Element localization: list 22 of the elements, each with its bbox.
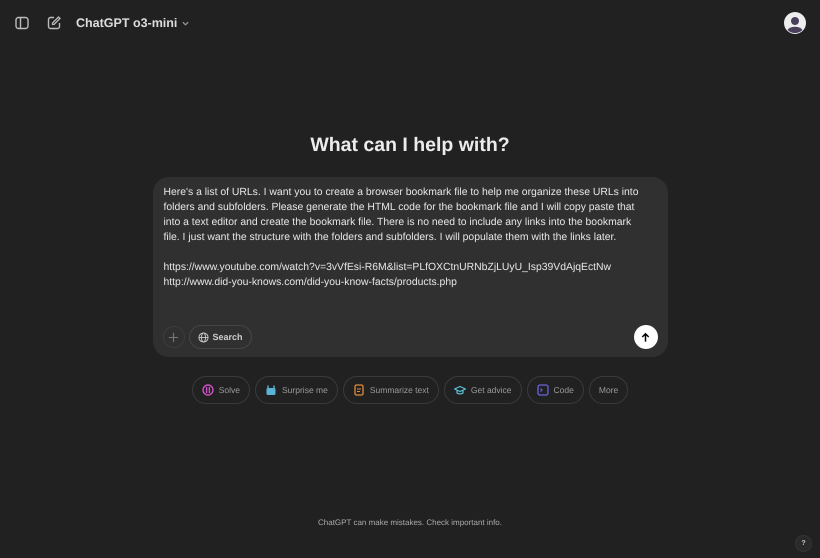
- avatar-icon[interactable]: [784, 12, 806, 34]
- globe-icon: [198, 332, 208, 342]
- new-chat-icon[interactable]: [46, 15, 62, 31]
- url-text: https://www.youtube.com/watch?v=3vVfEsi-R6M&list=PLfOXCtnURNbZjLUyU_Isp39VdAjqEctNw: [164, 261, 612, 275]
- suggestion-chip[interactable]: Get advice: [444, 376, 522, 404]
- send-button[interactable]: [634, 325, 658, 349]
- arrow-up-icon: [640, 332, 651, 342]
- url-text: http://www.did-you-knows.com/did-you-know-facts/products.php: [164, 276, 458, 290]
- prompt-text: Here's a list of URLs. I want you to create a browser bookmark file to help me organize these URLs into folders and subfolders. Please generate the HTML code for the bookmark file and I will copy paste that into a text editor and create the bookmark file. There is no need to include any links into the bookmark file. I just want the structure with the folders and subfolders. I will populate them with the links later.: [164, 186, 640, 245]
- suggestion-chip[interactable]: Code: [526, 376, 584, 404]
- model-selector[interactable]: ChatGPT o3-mini: [74, 14, 192, 32]
- plus-icon: [168, 332, 179, 342]
- suggestion-chip[interactable]: Solve: [192, 376, 250, 404]
- prompt-input-field[interactable]: [152, 177, 668, 357]
- suggestion-chip[interactable]: More: [588, 376, 628, 404]
- search-button[interactable]: Search: [188, 325, 252, 349]
- sidebar-icon[interactable]: [14, 15, 30, 31]
- attach-button[interactable]: [162, 326, 184, 348]
- disclaimer-text: ChatGPT can make mistakes. Check important info.: [318, 518, 502, 527]
- page-heading: What can I help with?: [310, 134, 510, 157]
- suggestion-chip[interactable]: Surprise me: [255, 376, 338, 404]
- suggestion-chip[interactable]: Summarize text: [342, 376, 439, 404]
